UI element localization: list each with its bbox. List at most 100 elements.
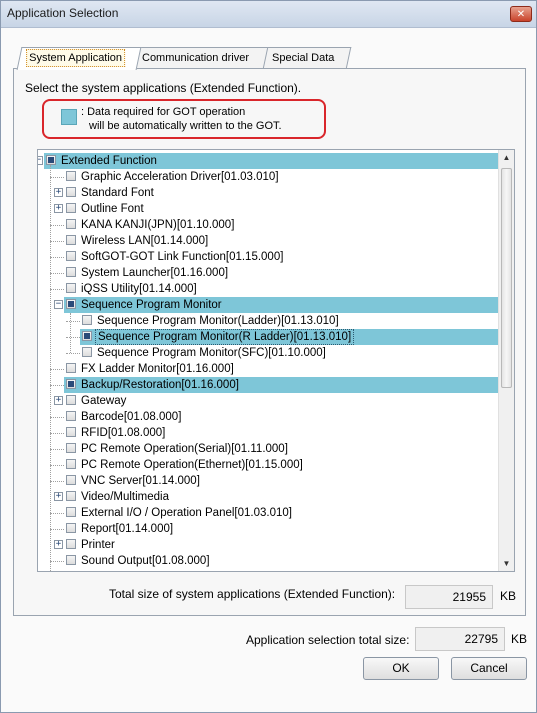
- tree-item-label: Sequence Program Monitor(R Ladder)[01.13…: [95, 329, 355, 345]
- item-checkbox[interactable]: [66, 251, 76, 261]
- tree-item-label: Sound Output[01.08.000]: [81, 555, 210, 567]
- item-checkbox[interactable]: [66, 571, 76, 572]
- tree-item-label: FX Ladder Monitor[01.16.000]: [81, 363, 234, 375]
- item-checkbox[interactable]: [66, 411, 76, 421]
- item-checkbox[interactable]: [82, 315, 92, 325]
- tree-item-label: PC Remote Operation(Serial)[01.11.000]: [81, 443, 288, 455]
- tree-item[interactable]: Report[01.14.000]: [38, 521, 500, 537]
- title-bar[interactable]: Application Selection ✕: [1, 1, 536, 28]
- grand-total-value: 22795: [415, 627, 505, 651]
- plus-box-icon[interactable]: +: [54, 204, 63, 213]
- item-checkbox[interactable]: [66, 475, 76, 485]
- plus-box-icon[interactable]: +: [54, 188, 63, 197]
- tab-system-application[interactable]: System Application: [16, 47, 142, 70]
- item-checkbox[interactable]: [82, 347, 92, 357]
- ok-button[interactable]: OK: [363, 657, 439, 680]
- item-checkbox[interactable]: [66, 459, 76, 469]
- plus-box-icon[interactable]: +: [54, 540, 63, 549]
- close-icon[interactable]: ✕: [510, 6, 532, 22]
- item-checkbox[interactable]: [66, 395, 76, 405]
- tree-item[interactable]: External I/O / Operation Panel[01.03.010…: [38, 505, 500, 521]
- tree-item[interactable]: System Launcher[01.16.000]: [38, 265, 500, 281]
- tree-item-label: Video/Multimedia: [81, 491, 170, 503]
- tree-item[interactable]: Sequence Program Monitor(R Ladder)[01.13…: [38, 329, 500, 345]
- tree-item[interactable]: PC Remote Operation(Ethernet)[01.15.000]: [38, 457, 500, 473]
- tree-item[interactable]: RFID[01.08.000]: [38, 425, 500, 441]
- application-tree[interactable]: − Extended Function Graphic Acceleration D…: [37, 149, 515, 572]
- plus-box-icon[interactable]: +: [54, 492, 63, 501]
- tree-item[interactable]: + Gateway: [38, 393, 500, 409]
- minus-box-icon[interactable]: −: [38, 156, 43, 165]
- tree-item[interactable]: SoftGOT-GOT Link Function[01.15.000]: [38, 249, 500, 265]
- item-checkbox[interactable]: [66, 491, 76, 501]
- legend-line-1: : Data required for GOT operation: [81, 106, 246, 118]
- cancel-button[interactable]: Cancel: [451, 657, 527, 680]
- tree-connector: [66, 337, 80, 338]
- tree-item-label: GOT Network Interaction[01.16.000]: [79, 569, 268, 571]
- item-checkbox[interactable]: [46, 155, 56, 165]
- tree-item[interactable]: + Standard Font: [38, 185, 500, 201]
- tree-item-label: SoftGOT-GOT Link Function[01.15.000]: [81, 251, 284, 263]
- tree-item[interactable]: − Sequence Program Monitor: [38, 297, 500, 313]
- item-checkbox[interactable]: [66, 555, 76, 565]
- item-checkbox[interactable]: [66, 427, 76, 437]
- tree-item[interactable]: − Extended Function: [38, 153, 500, 169]
- tree-item-label: Sequence Program Monitor(SFC)[01.10.000]: [97, 347, 326, 359]
- tree-item[interactable]: Backup/Restoration[01.16.000]: [38, 377, 500, 393]
- tree-item-label: Sequence Program Monitor: [81, 299, 222, 311]
- tree-item-label: Extended Function: [61, 155, 157, 167]
- triangle-down-icon[interactable]: ▼: [499, 556, 514, 571]
- tree-item[interactable]: Sequence Program Monitor(SFC)[01.10.000]: [38, 345, 500, 361]
- tree-item[interactable]: + Printer: [38, 537, 500, 553]
- tree-item[interactable]: Barcode[01.08.000]: [38, 409, 500, 425]
- tab-communication-driver[interactable]: Communication driver: [132, 47, 272, 69]
- item-checkbox[interactable]: [66, 187, 76, 197]
- item-checkbox[interactable]: [66, 203, 76, 213]
- vertical-scrollbar[interactable]: ▲ ▼: [498, 150, 514, 571]
- tree-item[interactable]: + Outline Font: [38, 201, 500, 217]
- item-checkbox[interactable]: [66, 539, 76, 549]
- tree-connector: [66, 353, 80, 354]
- tree-item-label: System Launcher[01.16.000]: [81, 267, 229, 279]
- tree-item-label: RFID[01.08.000]: [81, 427, 166, 439]
- tab-special-data[interactable]: Special Data: [262, 47, 352, 69]
- item-checkbox[interactable]: [66, 267, 76, 277]
- item-checkbox[interactable]: [66, 171, 76, 181]
- system-total-unit: KB: [500, 589, 517, 603]
- tree-item-label: Report[01.14.000]: [81, 523, 174, 535]
- tree-item[interactable]: PC Remote Operation(Serial)[01.11.000]: [38, 441, 500, 457]
- tree-item[interactable]: + Video/Multimedia: [38, 489, 500, 505]
- tree-item[interactable]: VNC Server[01.14.000]: [38, 473, 500, 489]
- tree-item[interactable]: iQSS Utility[01.14.000]: [38, 281, 500, 297]
- item-checkbox[interactable]: [66, 443, 76, 453]
- item-checkbox[interactable]: [82, 331, 92, 341]
- scroll-thumb[interactable]: [501, 168, 512, 388]
- tree-item[interactable]: GOT Network Interaction[01.16.000]: [38, 569, 500, 572]
- item-checkbox[interactable]: [66, 523, 76, 533]
- tree-item[interactable]: Wireless LAN[01.14.000]: [38, 233, 500, 249]
- window-title: Application Selection: [7, 6, 119, 20]
- item-checkbox[interactable]: [66, 363, 76, 373]
- tree-item-label: Outline Font: [81, 203, 144, 215]
- tree-connector: [50, 369, 64, 370]
- tree-item-label: Graphic Acceleration Driver[01.03.010]: [81, 171, 279, 183]
- item-checkbox[interactable]: [66, 283, 76, 293]
- tree-item[interactable]: FX Ladder Monitor[01.16.000]: [38, 361, 500, 377]
- item-checkbox[interactable]: [66, 379, 76, 389]
- tree-item[interactable]: Sequence Program Monitor(Ladder)[01.13.0…: [38, 313, 500, 329]
- tree-item[interactable]: Graphic Acceleration Driver[01.03.010]: [38, 169, 500, 185]
- item-checkbox[interactable]: [66, 235, 76, 245]
- minus-box-icon[interactable]: −: [54, 300, 63, 309]
- tree-connector: [50, 273, 64, 274]
- tree-item[interactable]: KANA KANJI(JPN)[01.10.000]: [38, 217, 500, 233]
- triangle-up-icon[interactable]: ▲: [499, 150, 514, 165]
- item-checkbox[interactable]: [66, 219, 76, 229]
- plus-box-icon[interactable]: +: [54, 396, 63, 405]
- tree-item[interactable]: Sound Output[01.08.000]: [38, 553, 500, 569]
- tree-item-label: KANA KANJI(JPN)[01.10.000]: [81, 219, 235, 231]
- tree-item-label: External I/O / Operation Panel[01.03.010…: [81, 507, 292, 519]
- item-checkbox[interactable]: [66, 299, 76, 309]
- item-checkbox[interactable]: [66, 507, 76, 517]
- tree-item-label: PC Remote Operation(Ethernet)[01.15.000]: [81, 459, 303, 471]
- grand-total-unit: KB: [511, 632, 528, 646]
